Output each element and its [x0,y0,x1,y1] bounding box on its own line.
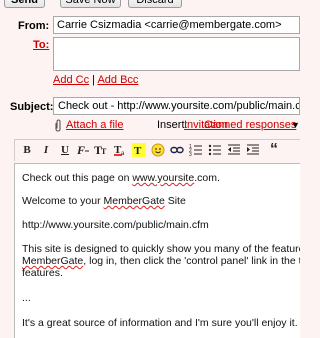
subject-label: Subject: [10,101,54,113]
svg-text:3: 3 [189,152,192,157]
compose-toolbar: Send Save Now Discard [0,0,300,9]
link-icon[interactable] [170,143,184,157]
svg-text:a: a [121,151,125,157]
attach-row: Attach a file Insert: Invitation Canned … [53,119,300,133]
from-label: From: [18,20,50,32]
italic-icon[interactable]: I [39,143,53,157]
cc-bcc-links: Add Cc | Add Bcc [53,74,138,86]
emoticon-icon[interactable] [151,143,165,157]
svg-text:T: T [134,145,142,157]
canned-responses-link[interactable]: Canned responses [204,119,296,131]
body-line-2: Welcome to your MemberGate Site [22,195,186,207]
svg-text:F: F [76,143,85,157]
numbered-list-icon[interactable]: 123 [189,143,203,157]
bold-icon[interactable]: B [20,143,34,157]
from-select[interactable]: Carrie Csizmadia <carrie@membergate.com> [53,16,300,34]
body-line-1: Check out this page on www.yoursite.com. [22,172,220,184]
body-line-6: features. [22,267,63,279]
to-link[interactable]: To: [33,39,49,51]
font-size-icon[interactable]: TT [94,143,108,157]
svg-text:T: T [101,147,107,156]
from-value: Carrie Csizmadia <carrie@membergate.com> [57,19,282,31]
to-field[interactable] [53,37,300,71]
canned-dropdown-icon[interactable]: ▼ [291,120,300,130]
body-line-7: ... [22,292,31,304]
paperclip-icon [53,119,63,132]
add-bcc-link[interactable]: Add Bcc [97,74,138,86]
send-button[interactable]: Send [4,0,45,8]
indent-less-icon[interactable] [227,143,241,157]
font-icon[interactable]: F [76,143,90,157]
quote-icon[interactable]: “ [267,142,281,158]
format-toolbar: B I U F TT Ta T 123 “ [14,139,300,161]
body-line-4: This site is designed to quickly show yo… [22,243,300,255]
text-color-icon[interactable]: Ta [113,143,127,157]
attach-file-link[interactable]: Attach a file [66,119,123,131]
subject-field[interactable]: Check out - http://www.yoursite.com/publ… [53,97,300,115]
insert-label: Insert: [157,119,188,131]
discard-button[interactable]: Discard [128,0,182,8]
add-cc-link[interactable]: Add Cc [53,74,89,86]
body-line-5: MemberGate, log in, then click the 'cont… [22,255,300,267]
cc-bcc-separator: | [92,74,95,86]
body-line-8: It's a great source of information and I… [22,317,298,329]
underline-icon[interactable]: U [58,143,72,157]
indent-more-icon[interactable] [246,143,260,157]
body-line-3: http://www.yoursite.com/public/main.cfm [22,219,209,231]
bulleted-list-icon[interactable] [208,143,222,157]
subject-value: Check out - http://www.yoursite.com/publ… [58,100,300,112]
message-body[interactable]: Check out this page on www.yoursite.com.… [14,163,300,338]
highlight-color-icon[interactable]: T [132,143,146,157]
save-now-button[interactable]: Save Now [60,0,121,8]
